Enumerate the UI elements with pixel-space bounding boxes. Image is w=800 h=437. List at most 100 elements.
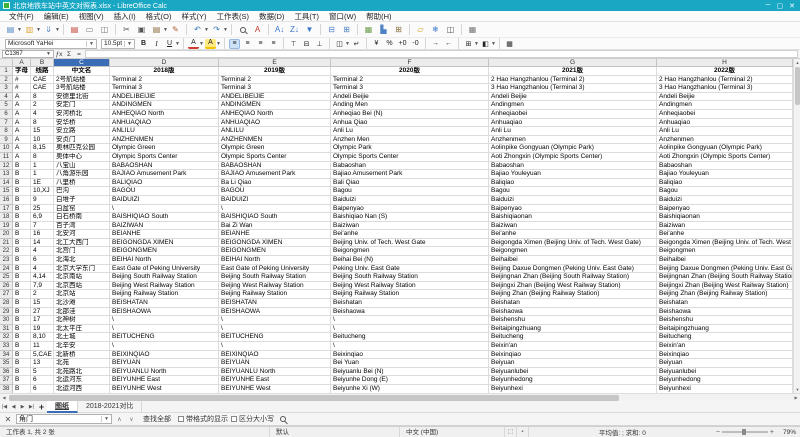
cell[interactable]: BABAOSHAN [219, 162, 331, 171]
cell[interactable]: 19 [31, 325, 54, 334]
find-previous-icon[interactable]: ∧ [115, 416, 124, 423]
cell[interactable]: A [13, 93, 31, 102]
cell[interactable]: B [13, 282, 31, 291]
close-button[interactable]: ✕ [789, 2, 795, 10]
match-case-checkbox[interactable]: 区分大小写 [231, 414, 274, 424]
cell[interactable]: Olympic Sports Center [110, 153, 219, 162]
cell[interactable]: 安定门 [54, 101, 110, 110]
cell[interactable]: Baishiqiaonan [657, 213, 793, 222]
sheet-tab-图纸[interactable]: 图纸 [47, 401, 78, 413]
cell[interactable]: 4 [31, 247, 54, 256]
row-header[interactable]: 10 [0, 144, 13, 153]
new-document-dropdown-icon[interactable]: ▼ [17, 27, 22, 33]
cell[interactable]: Beigongmen [489, 247, 657, 256]
cell[interactable]: Bai Zi Wan [219, 222, 331, 231]
cell[interactable]: Baiziwan [657, 222, 793, 231]
cell[interactable]: Beixinqiao [657, 351, 793, 360]
clone-formatting-icon[interactable]: ✎ [169, 23, 182, 36]
cell[interactable]: BEISHAOWA [219, 308, 331, 317]
undo-dropdown-icon[interactable]: ▼ [204, 27, 209, 33]
column-header-E[interactable]: E [219, 59, 331, 67]
find-input[interactable]: 角门▼ [16, 414, 112, 424]
currency-format-icon[interactable]: ¥ [371, 39, 382, 49]
cell[interactable]: \ [219, 342, 331, 351]
print-icon[interactable]: ▭ [83, 23, 96, 36]
cell[interactable]: Beigongda Ximen (Beijing Univ. of Tech. … [489, 239, 657, 248]
cell[interactable]: Beixinqiao [331, 351, 489, 360]
zoom-level[interactable]: 79% [776, 429, 796, 436]
background-color-dropdown-icon[interactable]: ▼ [491, 41, 496, 47]
cell[interactable]: 北京大学东门 [54, 265, 110, 274]
cell[interactable]: \ [110, 325, 219, 334]
row-header[interactable]: 18 [0, 213, 13, 222]
row-header[interactable]: 16 [0, 196, 13, 205]
cell[interactable]: 百子湾 [54, 222, 110, 231]
column-header-H[interactable]: H [657, 59, 793, 67]
cell[interactable]: 2021版 [489, 67, 657, 76]
cell[interactable]: Babaoshan [331, 162, 489, 171]
cell[interactable]: A [13, 153, 31, 162]
menu-窗口[interactable]: 窗口(W) [324, 11, 361, 22]
cell[interactable]: 北工大西门 [54, 239, 110, 248]
cell[interactable]: 北安河 [54, 230, 110, 239]
cell[interactable]: BEISHATAN [110, 299, 219, 308]
cell[interactable]: BEIYUAN [110, 359, 219, 368]
cell[interactable]: \ [110, 342, 219, 351]
cell[interactable]: Beijing Daxue Dongmen (Peking Univ. East… [489, 265, 657, 274]
row-header[interactable]: 36 [0, 368, 13, 377]
cell[interactable]: # [13, 76, 31, 85]
cell[interactable]: A [13, 110, 31, 119]
cell[interactable]: 北辛安 [54, 342, 110, 351]
cell[interactable]: BAIZIWAN [110, 222, 219, 231]
cell[interactable]: Beigongda Ximen (Beijing Univ. of Tech. … [657, 239, 793, 248]
menu-工具[interactable]: 工具(T) [289, 11, 324, 22]
cell[interactable]: Bei'anhe [331, 230, 489, 239]
cell[interactable]: Beishatan [657, 299, 793, 308]
cell[interactable]: BEIXINQIAO [219, 351, 331, 360]
cell[interactable]: Anzhenmen [657, 136, 793, 145]
cell[interactable]: Beijing Univ. of Tech. West Gate [331, 239, 489, 248]
cell[interactable]: 8,10 [31, 333, 54, 342]
cell[interactable]: Beihaibei [489, 256, 657, 265]
cell[interactable]: BEIGONGMEN [110, 247, 219, 256]
cell[interactable]: BALIQIAO [110, 179, 219, 188]
cell[interactable]: Olympic Sports Center [331, 153, 489, 162]
cell[interactable]: 八宝山 [54, 162, 110, 171]
first-sheet-icon[interactable]: |◀ [0, 404, 9, 410]
sheet-tab-2018-2021对比[interactable]: 2018-2021对比 [78, 401, 142, 413]
cell[interactable]: ANDINGMEN [110, 101, 219, 110]
cell[interactable]: B [13, 351, 31, 360]
cell[interactable]: B [13, 265, 31, 274]
cell[interactable]: B [13, 333, 31, 342]
cut-icon[interactable]: ✂ [120, 23, 133, 36]
cell[interactable]: BEIANHE [219, 230, 331, 239]
cell[interactable]: A [13, 101, 31, 110]
cell[interactable]: 4 [31, 110, 54, 119]
cell[interactable]: 5,CAE [31, 351, 54, 360]
cell[interactable]: Beijing West Railway Station [110, 282, 219, 291]
cell[interactable]: Anli Lu [657, 127, 793, 136]
cell[interactable]: B [13, 247, 31, 256]
cell[interactable]: ANHUAQIAO [219, 119, 331, 128]
cell[interactable]: ANHEQIAO North [110, 110, 219, 119]
cell[interactable]: Beijingxi Zhan (Beijing West Railway Sta… [489, 282, 657, 291]
cell[interactable]: BAIDUIZI [219, 196, 331, 205]
cell[interactable]: Aoti Zhongxin (Olympic Sports Center) [489, 153, 657, 162]
cell[interactable]: ANHUAQIAO [110, 119, 219, 128]
cell[interactable]: Aoti Zhongxin (Olympic Sports Center) [657, 153, 793, 162]
cell[interactable]: 北土城 [54, 333, 110, 342]
cell[interactable]: 北神树 [54, 316, 110, 325]
cell[interactable]: Beijing Railway Station [219, 290, 331, 299]
autofilter-icon[interactable]: ▼ [303, 23, 316, 36]
cell[interactable]: Bei Yuan [331, 359, 489, 368]
cell[interactable]: 3号航站楼 [54, 84, 110, 93]
cell[interactable]: Aolinpike Gongyuan (Olympic Park) [489, 144, 657, 153]
add-sheet-button[interactable]: + [36, 402, 47, 412]
row-header[interactable]: 3 [0, 84, 13, 93]
row-header[interactable]: 35 [0, 359, 13, 368]
percent-format-icon[interactable]: % [384, 39, 395, 49]
column-header-C[interactable]: C [54, 59, 110, 67]
previous-sheet-icon[interactable]: ◀ [9, 404, 18, 410]
scroll-up-icon[interactable]: ▲ [794, 59, 800, 66]
cell[interactable]: 13 [31, 359, 54, 368]
